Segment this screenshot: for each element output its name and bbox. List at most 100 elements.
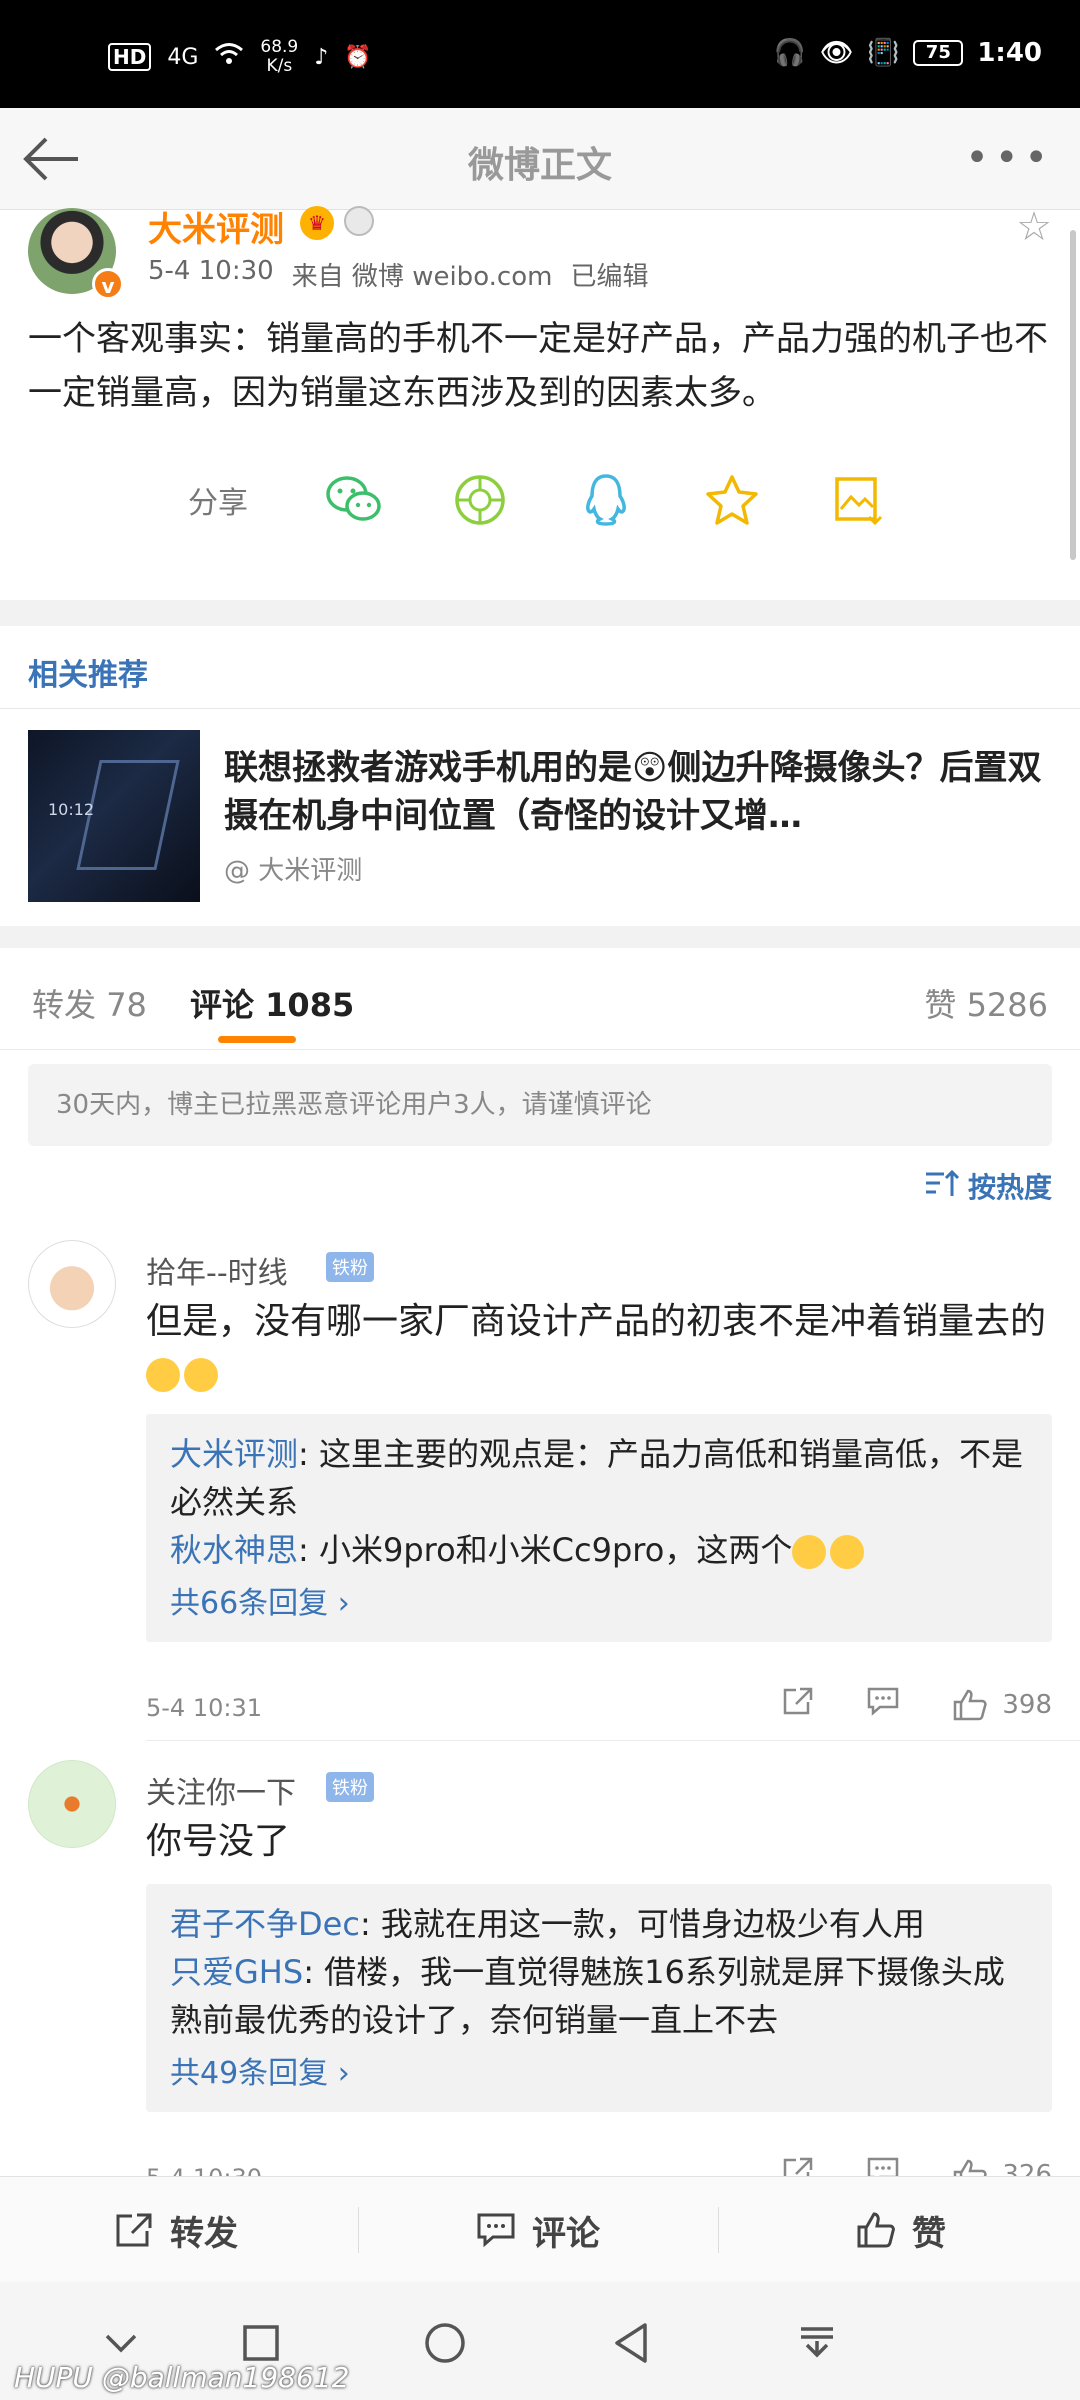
like-button[interactable]: 赞 bbox=[856, 2177, 946, 2283]
alarm-icon: ⏰ bbox=[344, 44, 372, 70]
commenter-name[interactable]: 关注你一下 bbox=[146, 1768, 296, 1812]
related-article-title[interactable]: 联想拯救者游戏手机用的是😲侧边升降摄像头？后置双摄在机身中间位置（奇怪的设计又增… bbox=[224, 744, 1054, 840]
related-source[interactable]: @ 大米评测 bbox=[224, 850, 362, 887]
reply-text: : 小米9pro和小米Cc9pro，这两个 bbox=[298, 1531, 793, 1569]
battery-icon: 75 bbox=[913, 40, 964, 66]
wechat-icon[interactable] bbox=[322, 468, 386, 532]
moments-icon[interactable] bbox=[448, 468, 512, 532]
verified-icon: v bbox=[92, 268, 124, 300]
reply-item: 只爱GHS: 借楼，我一直觉得魅族16系列就是屏下摄像头成熟前最优秀的设计了，奈… bbox=[170, 1948, 1028, 2044]
header: 微博正文 ••• bbox=[0, 108, 1080, 210]
back-triangle-icon[interactable] bbox=[606, 2318, 656, 2368]
thumbs-up-icon bbox=[954, 1689, 987, 1720]
speed-value: 68.9 bbox=[260, 37, 299, 57]
reply-text: : 这里主要的观点是：产品力高低和销量高低，不是必然关系 bbox=[170, 1435, 1023, 1521]
notification-shade-icon[interactable] bbox=[792, 2318, 842, 2368]
reply-text: : 我就在用这一款，可惜身边极少有人用 bbox=[359, 1905, 925, 1943]
chevron-right-icon: › bbox=[337, 1586, 350, 1621]
network-speed: 68.9 K/s bbox=[260, 38, 298, 76]
tab-comment[interactable]: 评论 1085 bbox=[190, 980, 354, 1026]
signal-icon: 4G bbox=[167, 44, 199, 70]
tab-repost[interactable]: 转发 78 bbox=[32, 980, 147, 1026]
share-label: 分享 bbox=[188, 486, 248, 521]
medal-icon[interactable] bbox=[344, 206, 374, 236]
comment-item: 拾年--时线 铁粉 但是，没有哪一家厂商设计产品的初衷不是冲着销量去的 大米评测… bbox=[0, 1240, 1080, 1741]
comment-text-content: 但是，没有哪一家厂商设计产品的初衷不是冲着销量去的 bbox=[146, 1301, 1047, 1342]
post-meta: 5-4 10:30 来自 微博 weibo.com 已编辑 bbox=[148, 256, 648, 293]
tab-like-count: 5286 bbox=[966, 986, 1048, 1024]
like-label: 赞 bbox=[912, 2213, 946, 2254]
tab-like[interactable]: 赞 5286 bbox=[924, 980, 1048, 1026]
avatar[interactable] bbox=[28, 1240, 116, 1328]
save-image-icon[interactable] bbox=[826, 468, 890, 532]
favorite-icon[interactable] bbox=[700, 468, 764, 532]
related-title: 相关推荐 bbox=[28, 658, 148, 693]
reply-item: 大米评测: 这里主要的观点是：产品力高低和销量高低，不是必然关系 bbox=[170, 1430, 1028, 1526]
tab-comment-count: 1085 bbox=[265, 986, 355, 1024]
status-left: HD 4G 68.9 K/s ♪ ⏰ bbox=[108, 38, 372, 76]
tab-repost-label: 转发 bbox=[32, 986, 97, 1024]
repost-label: 转发 bbox=[170, 2213, 238, 2254]
comment-button[interactable]: 评论 bbox=[476, 2177, 600, 2283]
comment-time: 5-4 10:31 bbox=[146, 1694, 262, 1722]
comment-text: 你号没了 bbox=[146, 1821, 291, 1862]
fan-badge[interactable]: 铁粉 bbox=[326, 1252, 374, 1282]
clock: 1:40 bbox=[977, 38, 1042, 68]
comment-item: 关注你一下 铁粉 你号没了 君子不争Dec: 我就在用这一款，可惜身边极少有人用… bbox=[0, 1760, 1080, 2192]
divider bbox=[0, 708, 1080, 709]
fan-badge[interactable]: 铁粉 bbox=[326, 1772, 374, 1802]
reply-item: 君子不争Dec: 我就在用这一款，可惜身边极少有人用 bbox=[170, 1900, 1028, 1948]
related-thumbnail[interactable]: 10:12 bbox=[28, 730, 200, 902]
more-replies-link[interactable]: 共49条回复 › bbox=[170, 2052, 1028, 2096]
more-dots-icon[interactable]: ••• bbox=[965, 138, 1054, 178]
avatar[interactable]: v bbox=[28, 208, 124, 300]
speed-unit: K/s bbox=[266, 56, 293, 76]
home-icon[interactable] bbox=[420, 2318, 470, 2368]
reply-user[interactable]: 只爱GHS bbox=[170, 1953, 303, 1991]
status-bar: HD 4G 68.9 K/s ♪ ⏰ 🎧 👁 📳 75 1:40 bbox=[0, 0, 1080, 108]
more-replies-link[interactable]: 共66条回复 › bbox=[170, 1582, 1028, 1626]
active-tab-indicator bbox=[218, 1036, 296, 1043]
sort-button[interactable]: 按热度 bbox=[924, 1166, 1052, 1206]
more-replies-label: 共49条回复 bbox=[170, 2056, 329, 2091]
share-icon[interactable] bbox=[782, 1686, 814, 1723]
section-divider bbox=[0, 600, 1080, 626]
commenter-name[interactable]: 拾年--时线 bbox=[146, 1248, 288, 1292]
separator bbox=[358, 2207, 359, 2253]
sort-label: 按热度 bbox=[967, 1171, 1052, 1204]
watermark: HUPU @ballman198612 bbox=[14, 2361, 350, 2394]
reply-user[interactable]: 君子不争Dec bbox=[170, 1905, 360, 1943]
avatar[interactable] bbox=[28, 1760, 116, 1848]
like-count: 398 bbox=[1002, 1689, 1052, 1720]
share-row: 分享 bbox=[188, 468, 890, 532]
scrollbar[interactable] bbox=[1070, 230, 1076, 560]
like-button[interactable]: 398 bbox=[952, 1688, 1052, 1722]
wifi-icon bbox=[214, 42, 244, 72]
status-right: 🎧 👁 📳 75 1:40 bbox=[774, 38, 1042, 68]
reply-box[interactable]: 君子不争Dec: 我就在用这一款，可惜身边极少有人用 只爱GHS: 借楼，我一直… bbox=[146, 1884, 1052, 2112]
reply-user[interactable]: 秋水神思 bbox=[170, 1531, 298, 1569]
post-author[interactable]: 大米评测 bbox=[148, 202, 284, 251]
vibrate-icon: 📳 bbox=[866, 38, 900, 68]
post-edited[interactable]: 已编辑 bbox=[570, 256, 648, 293]
more-replies-label: 共66条回复 bbox=[170, 1586, 329, 1621]
comment-footer: 5-4 10:31 398 bbox=[146, 1686, 1052, 1736]
emoji-icon bbox=[792, 1535, 827, 1569]
qq-icon[interactable] bbox=[574, 468, 638, 532]
star-icon[interactable]: ☆ bbox=[1016, 204, 1052, 250]
reply-user[interactable]: 大米评测 bbox=[170, 1435, 298, 1473]
post-time: 5-4 10:30 bbox=[148, 256, 274, 286]
reply-icon[interactable] bbox=[866, 1686, 900, 1723]
divider bbox=[146, 1740, 1080, 1741]
comment-icon bbox=[477, 2213, 515, 2248]
related-section: 相关推荐 10:12 联想拯救者游戏手机用的是😲侧边升降摄像头？后置双摄在机身中… bbox=[0, 626, 1080, 926]
tab-repost-count: 78 bbox=[106, 986, 147, 1024]
crown-icon[interactable]: ♛ bbox=[300, 206, 334, 240]
comment-notice: 30天内，博主已拉黑恶意评论用户3人，请谨慎评论 bbox=[28, 1064, 1052, 1146]
system-nav-bar: HUPU @ballman198612 bbox=[0, 2282, 1080, 2400]
repost-button[interactable]: 转发 bbox=[114, 2177, 238, 2283]
reply-box[interactable]: 大米评测: 这里主要的观点是：产品力高低和销量高低，不是必然关系 秋水神思: 小… bbox=[146, 1414, 1052, 1642]
chevron-right-icon: › bbox=[337, 2056, 350, 2091]
separator bbox=[718, 2207, 719, 2253]
post-source: 来自 微博 weibo.com bbox=[291, 262, 553, 292]
